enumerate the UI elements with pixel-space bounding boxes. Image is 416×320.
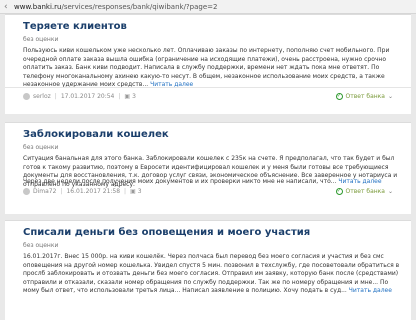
bank-answer-label: Ответ банка — [345, 188, 385, 195]
avatar — [23, 93, 30, 100]
divider — [5, 87, 411, 88]
review-author[interactable]: Dima72 — [33, 188, 56, 195]
review-meta: Dima72 | 16.01.2017 21:58 | ▣ 3 — [23, 188, 142, 195]
bank-answer-toggle[interactable]: ✓ Ответ банка ⌄ — [335, 188, 393, 195]
review-text: Пользуюсь киви кошельком уже несколько л… — [23, 47, 390, 88]
separator: | — [118, 93, 121, 100]
review-rating: без оценки — [23, 36, 59, 43]
read-more-link[interactable]: Читать далее — [349, 287, 392, 294]
check-icon: ✓ — [335, 93, 343, 100]
chevron-down-icon: ⌄ — [387, 188, 393, 195]
review-body: Пользуюсь киви кошельком уже несколько л… — [23, 47, 401, 90]
review-text: Через две недели после получения моих до… — [23, 178, 337, 185]
review-card: Теряете клиентов без оценки Пользуюсь ки… — [5, 14, 411, 114]
chevron-down-icon: ⌄ — [387, 93, 393, 100]
review-title[interactable]: Списали деньги без оповещения и моего уч… — [23, 227, 310, 238]
bank-answer-label: Ответ банка — [345, 93, 385, 100]
read-more-link[interactable]: Читать далее — [338, 178, 381, 185]
review-date: 16.01.2017 21:58 — [66, 188, 121, 195]
review-date: 17.01.2017 20:54 — [60, 93, 115, 100]
review-rating: без оценки — [23, 242, 59, 249]
comment-icon: ▣ — [124, 93, 131, 100]
separator: | — [60, 188, 63, 195]
review-rating: без оценки — [23, 144, 59, 151]
review-meta: serloz | 17.01.2017 20:54 | ▣ 3 — [23, 93, 136, 100]
review-body: 16.01.2017г. Внес 15 000р. на киви кошел… — [23, 253, 401, 296]
review-text: 16.01.2017г. Внес 15 000р. на киви кошел… — [23, 253, 400, 294]
browser-address-bar[interactable]: ‹ www.banki.ru/services/responses/bank/q… — [0, 0, 416, 14]
review-author[interactable]: serloz — [33, 93, 51, 100]
comment-icon: ▣ — [130, 188, 136, 195]
bank-answer-toggle[interactable]: ✓ Ответ банка ⌄ — [335, 93, 393, 100]
review-title[interactable]: Заблокировали кошелек — [23, 129, 169, 140]
back-arrow-icon[interactable]: ‹ — [4, 1, 14, 13]
review-title[interactable]: Теряете клиентов — [23, 21, 127, 32]
url-path: /services/responses/bank/qiwibank/?page=… — [61, 2, 218, 11]
separator: | — [124, 188, 127, 195]
check-icon: ✓ — [335, 188, 343, 195]
url-text[interactable]: www.banki.ru/services/responses/bank/qiw… — [14, 3, 217, 11]
url-host: www.banki.ru — [14, 2, 62, 11]
review-card: Списали деньги без оповещения и моего уч… — [5, 220, 411, 320]
separator: | — [54, 93, 57, 100]
review-card: Заблокировали кошелек без оценки Ситуаци… — [5, 122, 411, 214]
comment-count[interactable]: 3 — [138, 188, 142, 195]
review-body-continued: Через две недели после получения моих до… — [23, 178, 401, 187]
avatar — [23, 188, 30, 195]
comment-count[interactable]: 3 — [132, 93, 136, 100]
